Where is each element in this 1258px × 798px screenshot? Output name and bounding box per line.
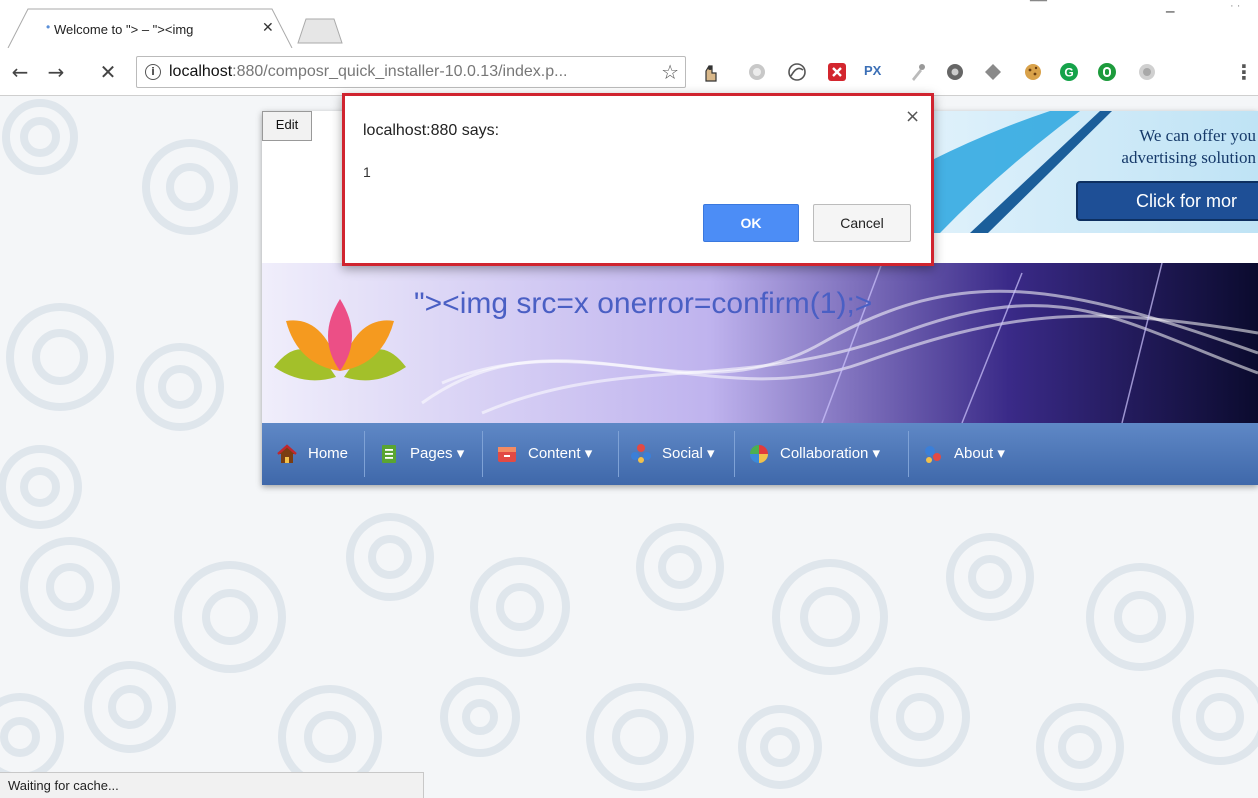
diamond-icon[interactable] xyxy=(982,61,1004,83)
social-icon xyxy=(631,444,651,463)
ad-cta-button[interactable]: Click for mor xyxy=(1076,181,1258,221)
info-icon[interactable]: i xyxy=(145,64,161,80)
nav-about[interactable]: About ▾ xyxy=(918,423,1018,485)
dropper-icon[interactable] xyxy=(906,61,928,83)
tab-close-icon[interactable]: ✕ xyxy=(262,20,274,36)
cancel-button[interactable]: Cancel xyxy=(813,204,911,242)
ghost-icon[interactable] xyxy=(746,61,768,83)
nav-label-pages: Pages ▾ xyxy=(410,445,465,462)
about-icon xyxy=(925,446,941,463)
d-extension-icon[interactable] xyxy=(1096,61,1118,83)
nav-social[interactable]: Social ▾ xyxy=(626,423,732,485)
nav-separator xyxy=(618,431,619,477)
svg-text:G: G xyxy=(1064,66,1073,80)
collaboration-icon xyxy=(750,445,768,463)
ad-line-2: advertising solution xyxy=(1121,148,1256,167)
ad-line-1: We can offer you xyxy=(1139,126,1256,145)
stop-icon[interactable]: ✕ xyxy=(96,58,120,86)
lotus-logo-icon xyxy=(274,299,406,381)
address-bar[interactable]: i localhost:880/composr_quick_installer-… xyxy=(136,56,686,88)
site-header: "><img src=x onerror=confirm(1);> xyxy=(262,263,1258,423)
grammarly-icon[interactable]: G xyxy=(1058,61,1080,83)
edit-button[interactable]: Edit xyxy=(262,111,312,141)
x-extension-icon[interactable] xyxy=(826,61,848,83)
dialog-message: 1 xyxy=(363,164,371,180)
home-icon xyxy=(277,444,297,463)
url-text: localhost:880/composr_quick_installer-10… xyxy=(169,63,568,80)
content-icon xyxy=(498,447,516,462)
swirl-icon[interactable] xyxy=(786,61,808,83)
main-nav: Home Pages ▾ Content ▾ Social ▾ Collabor… xyxy=(262,423,1258,485)
new-tab-button[interactable] xyxy=(296,18,344,44)
nav-separator xyxy=(908,431,909,477)
bookmark-star-icon[interactable]: ☆ xyxy=(661,60,679,84)
dialog-title: localhost:880 says: xyxy=(363,122,500,139)
nav-label-social: Social ▾ xyxy=(662,445,715,462)
nav-collaboration[interactable]: Collaboration ▾ xyxy=(744,423,904,485)
nav-pages[interactable]: Pages ▾ xyxy=(374,423,480,485)
loading-spinner-icon: • xyxy=(46,20,51,34)
globe-icon[interactable] xyxy=(1136,61,1158,83)
confirm-dialog: localhost:880 says: 1 × OK Cancel xyxy=(342,93,934,266)
ok-button[interactable]: OK xyxy=(703,204,799,242)
tab-title: Welcome to "> – "><img xyxy=(54,22,194,37)
ad-banner[interactable]: We can offer you advertising solution Cl… xyxy=(930,111,1258,233)
tab-strip: • Welcome to "> – "><img ✕ ▔▔ ▁ · · xyxy=(0,0,1258,48)
browser-menu-icon[interactable]: ⋮ xyxy=(1234,60,1254,84)
nav-label-content: Content ▾ xyxy=(528,445,593,462)
nav-separator xyxy=(364,431,365,477)
pages-icon xyxy=(382,445,396,463)
nav-separator xyxy=(734,431,735,477)
forward-icon[interactable]: → xyxy=(44,58,68,86)
nav-separator xyxy=(482,431,483,477)
window-control-icon[interactable]: ▔▔ xyxy=(1030,0,1047,13)
tracker-icon[interactable] xyxy=(944,61,966,83)
tab-active[interactable]: • Welcome to "> – "><img ✕ xyxy=(6,8,293,48)
nav-label-about: About ▾ xyxy=(954,445,1005,462)
status-bubble: Waiting for cache... xyxy=(0,772,424,798)
close-window-icon[interactable]: · · xyxy=(1230,0,1240,12)
nav-content[interactable]: Content ▾ xyxy=(492,423,618,485)
site-title: "><img src=x onerror=confirm(1);> xyxy=(414,287,873,320)
hand-icon[interactable] xyxy=(700,61,722,83)
ad-text: We can offer you advertising solution xyxy=(1121,125,1256,169)
dialog-close-icon[interactable]: × xyxy=(905,106,920,127)
px-icon[interactable]: PX xyxy=(864,63,886,85)
nav-label-collaboration: Collaboration ▾ xyxy=(780,445,881,462)
cookie-icon[interactable] xyxy=(1022,61,1044,83)
browser-toolbar: ← → ✕ i localhost:880/composr_quick_inst… xyxy=(0,48,1258,96)
back-icon[interactable]: ← xyxy=(8,58,32,86)
minimize-icon[interactable]: ▁ xyxy=(1166,0,1174,13)
nav-label-home: Home xyxy=(308,445,349,462)
nav-home[interactable]: Home xyxy=(272,423,358,485)
